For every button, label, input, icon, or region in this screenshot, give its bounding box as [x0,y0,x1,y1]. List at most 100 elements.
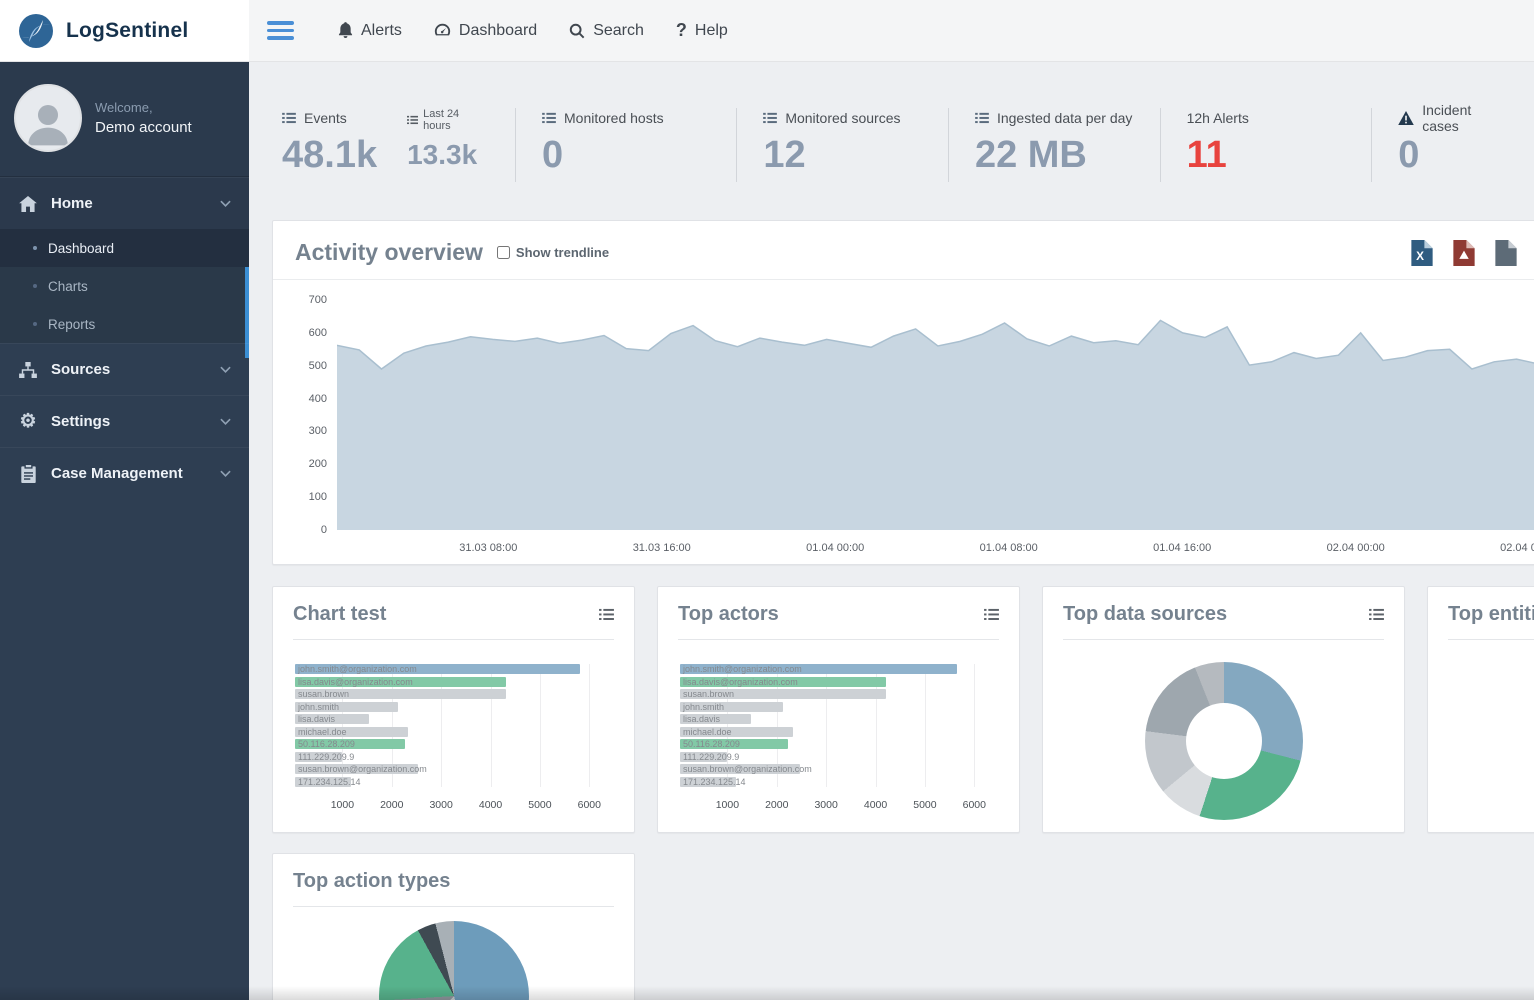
card-menu-icon[interactable] [984,608,999,621]
bar-row: 111.229.209.9 [680,752,999,762]
list-icon [763,112,777,124]
sidebar-item-case-management[interactable]: Case Management [0,447,249,499]
bar-row: susan.brown@organization.com [295,764,614,774]
top-data-sources-title: Top data sources [1063,603,1227,626]
svg-text:X: X [1416,249,1424,263]
sidebar-item-sources[interactable]: Sources [0,343,249,395]
stat-ingested-label: Ingested data per day [997,110,1132,126]
nav-alerts[interactable]: Alerts [338,22,402,40]
sitemap-icon [18,362,38,378]
list-icon [407,115,418,125]
sidebar-item-sources-label: Sources [51,361,110,378]
bar-row: john.smith@organization.com [295,664,614,674]
top-action-types-title: Top action types [293,870,450,893]
stat-last24-value: 13.3k [407,128,489,182]
card-menu-icon[interactable] [599,608,614,621]
activity-overview-card: Activity overview Show trendline X [272,220,1534,565]
stat-sources-value: 12 [763,128,922,182]
top-action-types-card: Top action types [272,853,635,1000]
bar-row: john.smith@organization.com [680,664,999,674]
bar-row: 171.234.125.14 [680,777,999,787]
chart-test-rows: john.smith@organization.com lisa.davis@or… [295,664,614,787]
bar-row: lisa.davis@organization.com [295,677,614,687]
sidebar-item-charts[interactable]: Charts [0,267,249,305]
stat-hosts-value: 0 [542,128,710,182]
sidebar-item-dashboard[interactable]: Dashboard [0,229,249,267]
hamburger-menu-icon[interactable] [267,17,294,44]
bar-row: john.smith [680,702,999,712]
bar-row: susan.brown@organization.com [680,764,999,774]
chart-test-axis: 100020003000400050006000 [293,797,614,815]
activity-title: Activity overview [295,239,483,266]
show-trendline-checkbox[interactable] [497,246,510,259]
bar-row: susan.brown [295,689,614,699]
activity-y-axis: 0100200300400500600700 [285,300,337,530]
stat-events-value: 48.1k [282,128,377,182]
show-trendline-toggle[interactable]: Show trendline [497,245,609,260]
top-data-sources-donut [1145,662,1303,820]
stat-alerts-label: 12h Alerts [1187,110,1249,126]
nav-alerts-label: Alerts [361,22,402,40]
bell-icon [338,22,353,39]
chart-test-title: Chart test [293,603,386,626]
donut-hole [1186,703,1262,779]
account-name: Demo account [95,119,192,136]
activity-x-axis: 31.03 08:0031.03 16:0001.04 00:0001.04 0… [337,534,1534,564]
sidebar-item-dashboard-label: Dashboard [48,241,114,256]
gear-icon: ⚙ [18,412,38,431]
top-navigation: Alerts Dashboard Search ? Help [249,0,760,61]
bar-row: lisa.davis [680,714,999,724]
card-menu-icon[interactable] [1369,608,1384,621]
stat-ingested-value: 22 MB [975,128,1134,182]
brand[interactable]: LogSentinel [0,0,249,61]
sidebar-item-case-management-label: Case Management [51,465,183,482]
bar-row: michael.doe [295,727,614,737]
nav-dashboard[interactable]: Dashboard [434,22,537,40]
nav-help[interactable]: ? Help [676,20,728,41]
list-icon [975,112,989,124]
logsentinel-logo-icon [16,11,56,51]
topbar: LogSentinel Alerts Dashboard [0,0,1534,62]
sidebar-item-home[interactable]: Home [0,177,249,229]
sidebar-item-settings[interactable]: ⚙ Settings [0,395,249,447]
dashboard-gauge-icon [434,22,451,39]
stat-monitored-hosts: Monitored hosts 0 [515,108,736,182]
stat-incident-cases: Incident cases 0 [1371,108,1534,182]
bar-row: 111.229.209.9 [295,752,614,762]
home-submenu: Dashboard Charts Reports [0,229,249,343]
sidebar-item-home-label: Home [51,195,93,212]
search-icon [569,23,585,39]
top-actors-card: Top actors john.smith@organization.comli… [657,586,1020,833]
bar-row: 50.116.28.209 [295,739,614,749]
activity-plot [337,300,1534,530]
chart-test-card: Chart test john.smith@organization.com li… [272,586,635,833]
stat-hosts-label: Monitored hosts [564,110,664,126]
sidebar-item-charts-label: Charts [48,279,88,294]
warning-triangle-icon [1398,111,1414,125]
bar-row: 50.116.28.209 [680,739,999,749]
sidebar-item-reports[interactable]: Reports [0,305,249,343]
stat-12h-alerts: 12h Alerts 11 [1160,108,1372,182]
bar-row: 171.234.125.14 [295,777,614,787]
chevron-down-icon [220,418,231,425]
top-action-types-pie [379,921,529,1000]
sidebar-item-settings-label: Settings [51,413,110,430]
stat-ingested-data: Ingested data per day 22 MB [948,108,1160,182]
export-excel-icon[interactable]: X [1411,240,1433,266]
list-icon [542,112,556,124]
stat-incidents-label: Incident cases [1422,102,1508,134]
nav-search[interactable]: Search [569,22,644,40]
stat-alerts-value: 11 [1187,128,1346,182]
chevron-down-icon [220,470,231,477]
export-pdf-icon[interactable] [1453,240,1475,266]
help-icon: ? [676,20,687,41]
bar-row: susan.brown [680,689,999,699]
stat-monitored-sources: Monitored sources 12 [736,108,948,182]
activity-area-fill [337,320,1534,530]
bar-row: michael.doe [680,727,999,737]
export-csv-icon[interactable] [1495,240,1517,266]
sidebar: Welcome, Demo account Home Dashboard Cha… [0,62,249,1000]
sidebar-item-reports-label: Reports [48,317,95,332]
avatar[interactable] [16,86,80,150]
bar-row: john.smith [295,702,614,712]
